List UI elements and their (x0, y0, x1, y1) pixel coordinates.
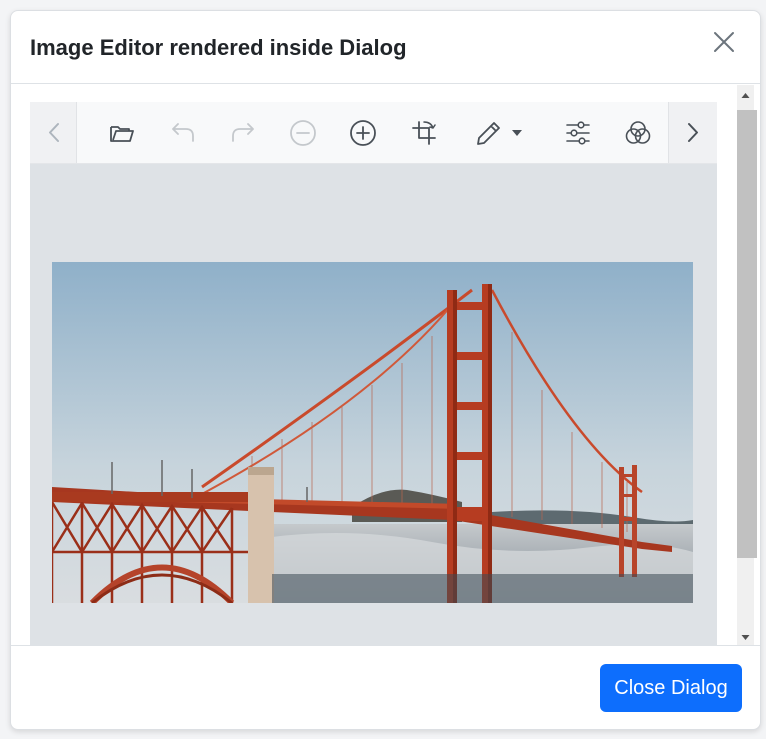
undo-button[interactable] (169, 119, 197, 147)
chevron-left-icon (49, 123, 59, 142)
content-scrollbar[interactable] (737, 85, 757, 646)
caret-up-icon (741, 93, 750, 98)
chevron-down-icon (512, 130, 522, 136)
open-button[interactable] (108, 119, 136, 147)
folder-open-icon (110, 126, 134, 142)
dialog-content (11, 84, 760, 645)
close-icon (714, 32, 734, 52)
toolbar-scroll-right-button[interactable] (668, 102, 717, 163)
zoom-in-button[interactable] (349, 119, 377, 147)
toolbar-scroll-left-button[interactable] (30, 102, 77, 163)
filters-icon (625, 121, 651, 144)
crop-icon (412, 121, 436, 145)
chevron-right-icon (688, 123, 698, 142)
dialog-header: Image Editor rendered inside Dialog (11, 11, 760, 84)
dialog-title: Image Editor rendered inside Dialog (30, 35, 407, 60)
image-editor (30, 102, 717, 645)
pencil-icon (477, 122, 500, 145)
scroll-up-button[interactable] (737, 87, 754, 104)
filters-button[interactable] (624, 119, 652, 147)
undo-icon (172, 123, 194, 142)
scrollbar-thumb[interactable] (737, 110, 757, 558)
annotate-button[interactable] (474, 119, 526, 147)
dialog-footer: Close Dialog (11, 645, 760, 729)
crop-button[interactable] (410, 119, 438, 147)
zoom-out-button[interactable] (289, 119, 317, 147)
sliders-icon (566, 121, 590, 145)
scroll-down-button[interactable] (737, 629, 754, 646)
caret-down-icon (741, 635, 750, 640)
close-dialog-button[interactable]: Close Dialog (600, 664, 742, 712)
zoom-in-icon (350, 120, 376, 146)
adjust-button[interactable] (564, 119, 592, 147)
redo-button[interactable] (229, 119, 257, 147)
editor-image-canvas[interactable] (52, 262, 693, 603)
redo-icon (232, 123, 254, 142)
close-button[interactable] (711, 29, 737, 55)
zoom-out-icon (290, 120, 316, 146)
editor-toolbar (30, 102, 717, 164)
dialog: Image Editor rendered inside Dialog Clos… (10, 10, 761, 730)
bridge-photo (52, 262, 693, 603)
